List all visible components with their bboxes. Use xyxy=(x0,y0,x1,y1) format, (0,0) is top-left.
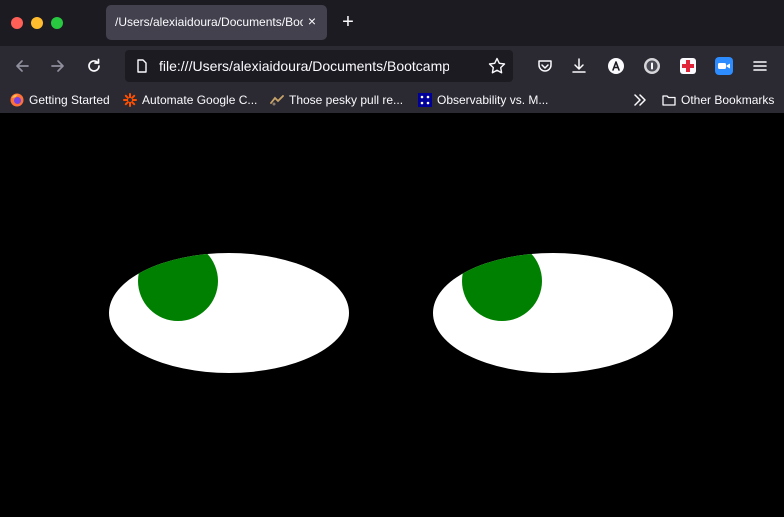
window-maximize-button[interactable] xyxy=(51,17,63,29)
page-content xyxy=(0,113,784,517)
1password-icon xyxy=(644,58,660,74)
right-eye xyxy=(433,253,673,373)
tab-active[interactable]: /Users/alexiaidoura/Documents/Bootcamp/e… xyxy=(106,5,327,40)
new-tab-button[interactable]: + xyxy=(338,12,358,32)
tab-title: /Users/alexiaidoura/Documents/Bootcamp/e… xyxy=(115,15,303,29)
reload-button[interactable] xyxy=(82,54,106,78)
window-minimize-button[interactable] xyxy=(31,17,43,29)
account-a-icon xyxy=(608,58,624,74)
right-iris xyxy=(462,253,542,321)
bookmark-getting-started[interactable]: Getting Started xyxy=(10,91,110,109)
bookmark-automate-google[interactable]: Automate Google C... xyxy=(123,91,257,109)
pocket-button[interactable] xyxy=(533,54,557,78)
back-button[interactable] xyxy=(10,54,34,78)
1password-button[interactable] xyxy=(640,54,664,78)
firefox-icon xyxy=(10,93,24,107)
article-icon xyxy=(270,95,284,106)
navigation-toolbar: file:///Users/alexiaidoura/Documents/Boo… xyxy=(0,46,784,86)
chevron-double-right-icon xyxy=(634,94,646,106)
url-bar[interactable]: file:///Users/alexiaidoura/Documents/Boo… xyxy=(125,50,513,82)
back-arrow-icon xyxy=(16,60,29,72)
folder-icon xyxy=(662,95,676,106)
other-bookmarks-label: Other Bookmarks xyxy=(681,93,775,107)
bookmark-label: Automate Google C... xyxy=(142,93,258,107)
url-text[interactable]: file:///Users/alexiaidoura/Documents/Boo… xyxy=(159,58,449,74)
forward-button[interactable] xyxy=(46,54,70,78)
pocket-icon xyxy=(538,60,552,72)
bookmark-star-icon[interactable] xyxy=(487,56,507,76)
other-bookmarks-folder[interactable]: Other Bookmarks xyxy=(662,91,774,109)
browser-window: /Users/alexiaidoura/Documents/Bootcamp/e… xyxy=(0,0,784,517)
bookmark-pesky-pull[interactable]: Those pesky pull re... xyxy=(270,91,403,109)
reload-icon xyxy=(88,58,100,72)
forward-arrow-icon xyxy=(51,60,64,72)
window-close-button[interactable] xyxy=(11,17,23,29)
extension-cross-icon xyxy=(680,58,696,74)
sumo-logic-icon xyxy=(418,93,432,107)
page-icon xyxy=(137,59,147,73)
left-iris xyxy=(138,253,218,321)
bookmarks-toolbar: Getting Started Automate Google C... Tho… xyxy=(0,86,784,113)
account-button[interactable] xyxy=(604,54,628,78)
bookmark-label: Getting Started xyxy=(29,93,110,107)
tab-strip: /Users/alexiaidoura/Documents/Bootcamp/e… xyxy=(0,0,784,46)
left-eye xyxy=(109,253,349,373)
zoom-extension-button[interactable] xyxy=(712,54,736,78)
download-icon xyxy=(572,58,586,73)
zoom-icon xyxy=(715,57,733,75)
bookmark-label: Those pesky pull re... xyxy=(289,93,404,107)
bookmark-label: Observability vs. M... xyxy=(437,93,549,107)
extension-button[interactable] xyxy=(676,54,700,78)
bookmark-observability[interactable]: Observability vs. M... xyxy=(418,91,548,109)
bookmarks-overflow-button[interactable] xyxy=(632,91,648,109)
downloads-button[interactable] xyxy=(567,54,591,78)
zapier-icon xyxy=(123,93,137,107)
menu-icon xyxy=(753,61,767,71)
tab-close-icon[interactable]: × xyxy=(305,14,319,28)
app-menu-button[interactable] xyxy=(748,54,772,78)
